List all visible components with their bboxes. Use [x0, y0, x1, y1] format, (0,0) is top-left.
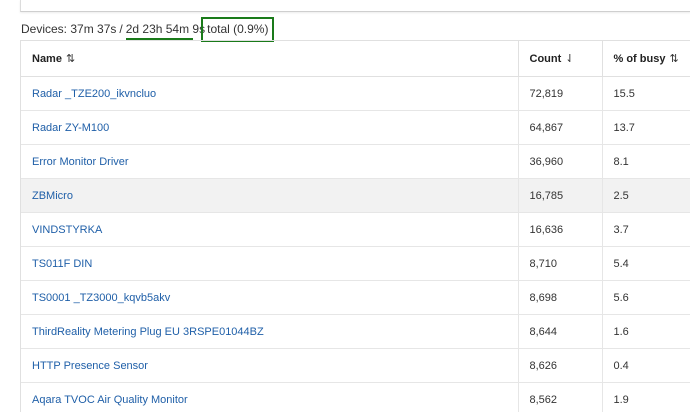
busy-cell: 1.6	[602, 314, 690, 349]
busy-cell: 0.4	[602, 348, 690, 383]
count-cell: 64,867	[518, 110, 603, 145]
device-name-cell: TS0001 _TZ3000_kqvb5akv	[21, 280, 519, 315]
table-row: Aqara TVOC Air Quality Monitor 8,562 1.9	[21, 382, 690, 412]
sort-descending-icon[interactable]: ⇃	[565, 52, 574, 65]
column-header-name-label: Name	[32, 53, 62, 65]
previous-card-edge	[20, 0, 690, 12]
busy-cell: 2.5	[602, 178, 690, 213]
device-link[interactable]: TS0001 _TZ3000_kqvb5akv	[32, 292, 170, 304]
device-name-cell: ZBMicro	[21, 178, 519, 213]
table-row: HTTP Presence Sensor 8,626 0.4	[21, 348, 690, 383]
summary-separator: /	[119, 22, 123, 36]
count-cell: 36,960	[518, 144, 603, 179]
device-link[interactable]: HTTP Presence Sensor	[32, 360, 148, 372]
device-name-cell: ThirdReality Metering Plug EU 3RSPE01044…	[21, 314, 519, 349]
table-row: TS0001 _TZ3000_kqvb5akv 8,698 5.6	[21, 280, 690, 315]
count-cell: 8,710	[518, 246, 603, 281]
column-header-count-label: Count	[529, 53, 562, 65]
count-cell: 72,819	[518, 76, 603, 111]
uptime-value: 2d 23h 54m 9s	[125, 22, 206, 36]
table-row: Radar ZY-M100 64,867 13.7	[21, 110, 690, 145]
table-row: Error Monitor Driver 36,960 8.1	[21, 144, 690, 179]
device-link[interactable]: ThirdReality Metering Plug EU 3RSPE01044…	[32, 326, 264, 338]
busy-cell: 5.4	[602, 246, 690, 281]
device-name-cell: Radar _TZE200_ikvncluo	[21, 76, 519, 111]
busy-cell: 1.9	[602, 382, 690, 412]
device-link[interactable]: Error Monitor Driver	[32, 156, 129, 168]
busy-cell: 3.7	[602, 212, 690, 247]
busy-cell: 13.7	[602, 110, 690, 145]
devices-time: Devices: 37m 37s	[21, 22, 117, 36]
device-link[interactable]: Aqara TVOC Air Quality Monitor	[32, 394, 188, 406]
sort-icon[interactable]: ⇅	[669, 52, 678, 65]
count-cell: 8,644	[518, 314, 603, 349]
busy-cell: 5.6	[602, 280, 690, 315]
column-header-busy-label: % of busy	[613, 53, 666, 65]
table-row: Radar _TZE200_ikvncluo 72,819 15.5	[21, 76, 690, 111]
device-link[interactable]: TS011F DIN	[32, 258, 92, 270]
device-name-cell: TS011F DIN	[21, 246, 519, 281]
device-name-cell: Radar ZY-M100	[21, 110, 519, 145]
table-row: ThirdReality Metering Plug EU 3RSPE01044…	[21, 314, 690, 349]
devices-summary: Devices: 37m 37s/2d 23h 54m 9s total (0.9…	[21, 17, 275, 42]
device-name-cell: Error Monitor Driver	[21, 144, 519, 179]
device-name-cell: HTTP Presence Sensor	[21, 348, 519, 383]
device-link[interactable]: ZBMicro	[32, 190, 73, 202]
device-name-cell: Aqara TVOC Air Quality Monitor	[21, 382, 519, 412]
devices-table-container: Name ⇅ Count ⇃ % of busy ⇅ Radar _TZE200_ik…	[20, 40, 690, 412]
count-cell: 8,562	[518, 382, 603, 412]
table-row: VINDSTYRKA 16,636 3.7	[21, 212, 690, 247]
page: Devices: 37m 37s/2d 23h 54m 9s total (0.9…	[0, 0, 690, 412]
device-link[interactable]: VINDSTYRKA	[32, 224, 102, 236]
device-link[interactable]: Radar _TZE200_ikvncluo	[32, 88, 156, 100]
count-cell: 16,636	[518, 212, 603, 247]
count-cell: 8,698	[518, 280, 603, 315]
table-header-row: Name ⇅ Count ⇃ % of busy ⇅	[21, 41, 690, 77]
device-link[interactable]: Radar ZY-M100	[32, 122, 109, 134]
devices-table: Name ⇅ Count ⇃ % of busy ⇅ Radar _TZE200_ik…	[21, 41, 690, 412]
total-percentage: total (0.9%)	[201, 17, 275, 42]
device-name-cell: VINDSTYRKA	[21, 212, 519, 247]
sort-icon[interactable]: ⇅	[66, 52, 75, 65]
count-cell: 8,626	[518, 348, 603, 383]
busy-cell: 8.1	[602, 144, 690, 179]
column-header-count[interactable]: Count ⇃	[518, 41, 603, 77]
busy-cell: 15.5	[602, 76, 690, 111]
column-header-busy[interactable]: % of busy ⇅	[602, 41, 690, 77]
column-header-name[interactable]: Name ⇅	[21, 41, 519, 77]
table-row: TS011F DIN 8,710 5.4	[21, 246, 690, 281]
count-cell: 16,785	[518, 178, 603, 213]
table-row-hovered: ZBMicro 16,785 2.5	[21, 178, 690, 213]
